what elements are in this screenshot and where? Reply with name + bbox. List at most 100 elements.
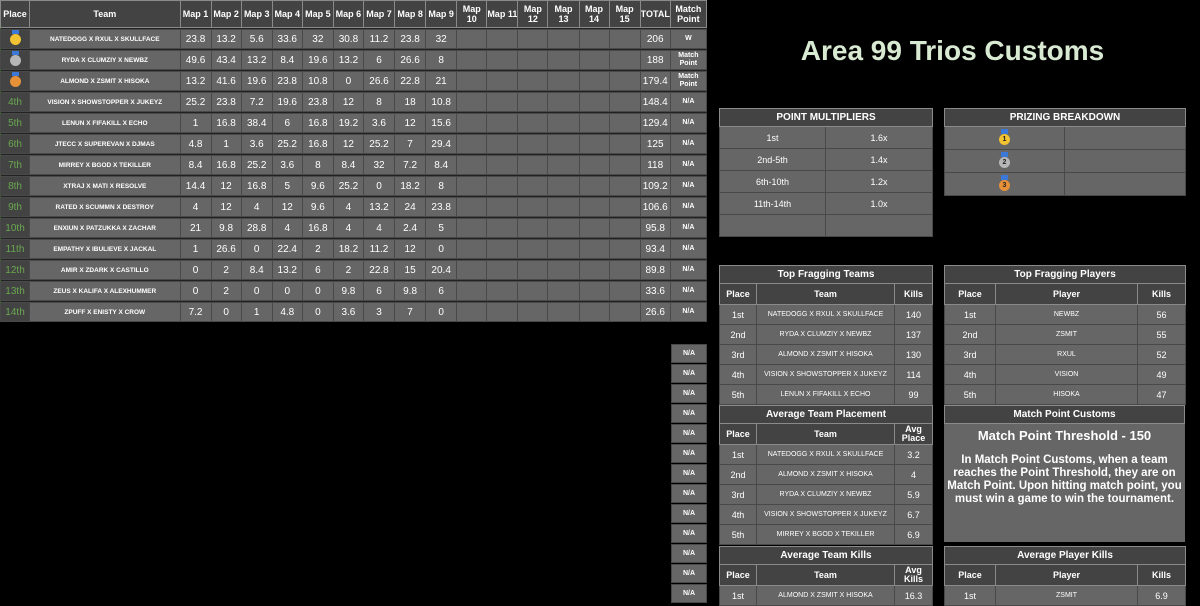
map-score: 0	[240, 239, 273, 259]
map-score-empty	[608, 176, 641, 196]
map-score-empty	[517, 50, 549, 70]
map-score: 8	[301, 155, 334, 175]
stat-name: RXUL	[995, 344, 1138, 365]
top-fragging-players-panel: Top Fragging Players Place Player Kills 1st N…	[943, 265, 1187, 405]
map-score: 5	[425, 218, 458, 238]
stat-place: 5th	[719, 384, 757, 405]
map-score: 18	[394, 92, 427, 112]
map-score: 22.8	[362, 260, 396, 280]
map-score: 13.2	[271, 260, 303, 280]
stat-name: LENUN X FIFAKILL X ECHO	[756, 384, 895, 405]
map-score: 0	[271, 281, 303, 301]
stat-place: 3rd	[719, 484, 757, 505]
match-point-status: W	[669, 29, 708, 49]
match-point-status: N/A	[671, 424, 707, 443]
multiplier-row	[719, 214, 934, 237]
map-score-empty	[547, 176, 580, 196]
map-score: 19.6	[271, 92, 303, 112]
map-score-empty	[578, 281, 610, 301]
map-score-empty	[517, 176, 549, 196]
map-score-empty	[486, 113, 519, 133]
map-score: 12	[210, 197, 242, 217]
map-score-empty	[608, 71, 641, 91]
stat-place: 2nd	[944, 324, 996, 345]
map-score: 0	[179, 281, 212, 301]
stat-name: VISION X SHOWSTOPPER X JUKEYZ	[756, 364, 895, 385]
map-score-empty	[517, 155, 549, 175]
stat-value: 49	[1136, 364, 1187, 385]
map-score: 13.2	[179, 71, 212, 91]
map-score: 1	[210, 134, 242, 154]
stat-value: 52	[1136, 344, 1187, 365]
map-score: 12	[394, 113, 427, 133]
stat-place: 5th	[719, 524, 757, 545]
map-score-empty	[456, 197, 488, 217]
map-score: 8	[362, 92, 396, 112]
match-point-description: In Match Point Customs, when a team reac…	[944, 445, 1185, 506]
stats-row: 1st NATEDOGG X RXUL X SKULLFACE 140	[719, 304, 934, 325]
stat-name: VISION	[995, 364, 1138, 385]
team-name: LENUN X FIFAKILL X ECHO	[29, 113, 181, 133]
stat-name: NATEDOGG X RXUL X SKULLFACE	[756, 304, 895, 325]
map-score: 8.4	[271, 50, 303, 70]
match-point-status: N/A	[669, 155, 708, 175]
multiplier-row: 6th-10th 1.2x	[719, 170, 934, 193]
map-score: 8.4	[332, 155, 364, 175]
map-score: 16.8	[301, 134, 334, 154]
map-score: 23.8	[179, 29, 212, 49]
stat-value: 137	[893, 324, 934, 345]
map-score: 0	[240, 281, 273, 301]
map-score-empty	[517, 239, 549, 259]
header-map-13: Map 13	[547, 0, 580, 28]
map-score-empty	[608, 218, 641, 238]
match-point-header: Match Point Customs	[944, 405, 1185, 424]
stat-place: 4th	[719, 364, 757, 385]
map-score: 2	[301, 239, 334, 259]
map-score: 1	[179, 113, 212, 133]
match-point-status: N/A	[671, 564, 707, 583]
map-score: 32	[425, 29, 458, 49]
map-score-empty	[456, 281, 488, 301]
stat-name: ALMOND X ZSMIT X HISOKA	[756, 464, 895, 485]
map-score-empty	[578, 197, 610, 217]
map-score: 4.8	[271, 302, 303, 322]
map-score: 23.8	[301, 92, 334, 112]
stats-row: 5th HISOKA 47	[944, 384, 1187, 405]
map-score-empty	[456, 176, 488, 196]
stat-value: 55	[1136, 324, 1187, 345]
map-score-empty	[486, 260, 519, 280]
map-score: 2	[332, 260, 364, 280]
column-header: Kills	[1137, 564, 1186, 586]
map-score-empty	[578, 239, 610, 259]
map-score: 49.6	[179, 50, 212, 70]
map-score: 8	[425, 176, 458, 196]
map-score: 2	[210, 260, 242, 280]
stats-row: 1st ZSMIT 6.9	[944, 585, 1186, 606]
stats-row: 3rd RYDA X CLUMZIY X NEWBZ 5.9	[719, 484, 934, 505]
standings-row: NATEDOGG X RXUL X SKULLFACE 23.8 13.2 5.6 33…	[0, 29, 708, 49]
bronze-medal-icon	[9, 72, 21, 87]
map-score-empty	[578, 155, 610, 175]
stat-value: 5.9	[893, 484, 934, 505]
map-score-empty	[456, 50, 488, 70]
header-map-15: Map 15	[608, 0, 641, 28]
map-score-empty	[517, 281, 549, 301]
map-score: 3.6	[240, 134, 273, 154]
match-point-status: Match Point	[669, 71, 708, 91]
standings-header: Place Team Map 1 Map 2 Map 3 Map 4 Map 5 Map 6M…	[0, 0, 708, 28]
standings-row: 10th ENXIUN X PATZUKKA X ZACHAR 21 9.8 28.8 4…	[0, 218, 708, 238]
match-point-status: N/A	[669, 239, 708, 259]
stat-place: 2nd	[719, 324, 757, 345]
map-score-empty	[578, 302, 610, 322]
total-score: 109.2	[639, 176, 671, 196]
map-score: 26.6	[210, 239, 242, 259]
map-score-empty	[456, 239, 488, 259]
multiplier-row: 11th-14th 1.0x	[719, 192, 934, 215]
map-score-empty	[517, 134, 549, 154]
match-point-status: N/A	[669, 92, 708, 112]
team-name: MIRREY X BGOD X TEKILLER	[29, 155, 181, 175]
map-score: 22.8	[394, 71, 427, 91]
map-score: 5.6	[240, 29, 273, 49]
stat-value: 6.7	[893, 504, 934, 525]
map-score: 4	[271, 218, 303, 238]
